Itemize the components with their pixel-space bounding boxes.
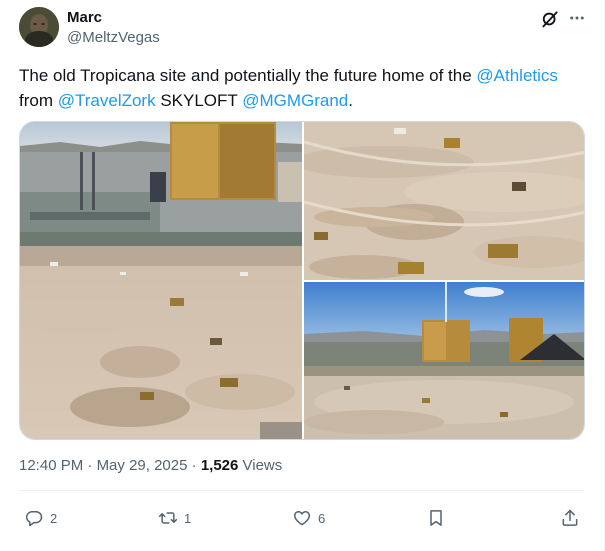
reply-button[interactable]: 2 [24, 506, 57, 530]
reply-icon [25, 511, 43, 527]
photo-2[interactable] [304, 122, 584, 280]
tweet-text-segment: SKYLOFT [155, 91, 243, 110]
views-label: Views [238, 457, 283, 474]
reply-count: 2 [50, 510, 58, 526]
share-icon [562, 509, 578, 526]
mention-link-travelzork[interactable]: @TravelZork [58, 91, 156, 110]
like-count: 6 [318, 510, 326, 526]
tweet-text: The old Tropicana site and potentially t… [19, 63, 589, 113]
like-button[interactable]: 6 [292, 506, 325, 530]
avatar-image [19, 7, 59, 47]
meta-separator: · [187, 457, 201, 474]
avatar[interactable] [19, 7, 59, 47]
author-name[interactable]: Marc [67, 9, 102, 26]
tweet-metadata: 12:40 PM · May 29, 2025 · 1,526 Views [19, 457, 282, 474]
media-grid [19, 121, 585, 440]
mention-link-athletics[interactable]: @Athletics [476, 66, 558, 85]
meta-separator: · [83, 457, 97, 474]
tweet-text-segment: from [19, 91, 58, 110]
photo-1[interactable] [20, 122, 302, 439]
tweet-text-segment: . [348, 91, 353, 110]
bookmark-button[interactable] [426, 506, 446, 530]
bookmark-icon [430, 510, 442, 526]
repost-button[interactable]: 1 [158, 506, 191, 530]
tweet-card: Marc @MeltzVegas The old Tropicana site … [0, 0, 605, 551]
tweet-text-segment: The old Tropicana site and potentially t… [19, 66, 477, 85]
heart-icon [293, 511, 311, 526]
views-count: 1,526 [200, 457, 239, 474]
repost-icon [158, 512, 178, 524]
share-button[interactable] [560, 506, 580, 530]
divider [19, 490, 585, 491]
mention-link-mgmgrand[interactable]: @MGMGrand [242, 91, 348, 110]
more-horizontal-icon[interactable] [566, 7, 588, 29]
author-handle[interactable]: @MeltzVegas [67, 29, 160, 46]
tweet-date[interactable]: May 29, 2025 [97, 457, 188, 474]
grok-icon[interactable] [540, 9, 560, 29]
tweet-time[interactable]: 12:40 PM [19, 457, 83, 474]
repost-count: 1 [184, 510, 192, 526]
photo-3[interactable] [304, 282, 584, 439]
